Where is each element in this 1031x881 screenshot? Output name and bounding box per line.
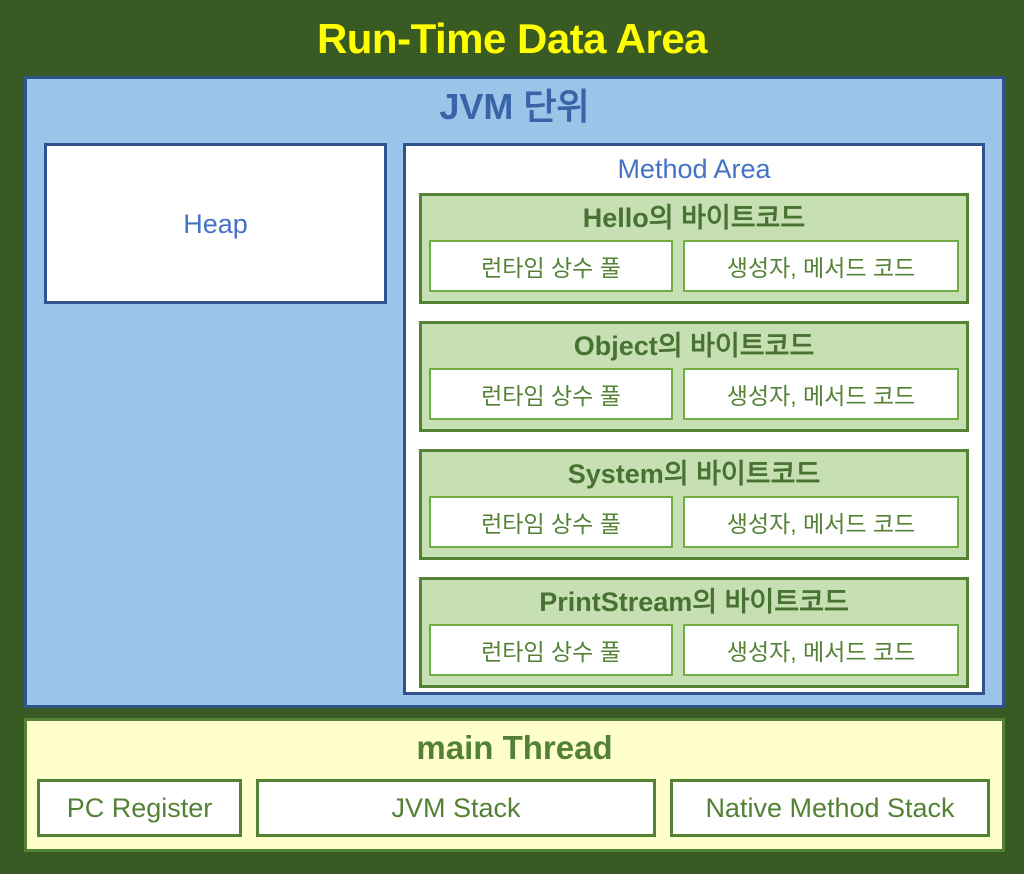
main-thread-title: main Thread: [416, 729, 613, 766]
bytecode-sub-row: 런타임 상수 풀 생성자, 메서드 코드: [429, 368, 959, 420]
bytecode-block-hello[interactable]: Hello의 바이트코드 런타임 상수 풀 생성자, 메서드 코드: [419, 193, 969, 304]
bytecode-sub-row: 런타임 상수 풀 생성자, 메서드 코드: [429, 240, 959, 292]
pc-register-box[interactable]: PC Register: [37, 779, 242, 837]
page-title: Run-Time Data Area: [316, 15, 708, 62]
bytecode-block-printstream[interactable]: PrintStream의 바이트코드 런타임 상수 풀 생성자, 메서드 코드: [419, 577, 969, 688]
bytecode-block-title: System의 바이트코드: [567, 459, 821, 489]
method-area-box[interactable]: Method Area Hello의 바이트코드 런타임 상수 풀 생성자, 메…: [403, 143, 985, 695]
constructor-method-code-box[interactable]: 생성자, 메서드 코드: [683, 368, 959, 420]
jvm-unit-panel: JVM 단위 Heap Method Area Hello의 바이트코드 런타임…: [24, 76, 1005, 708]
heap-box[interactable]: Heap: [44, 143, 387, 304]
runtime-constant-pool-box[interactable]: 런타임 상수 풀: [429, 624, 673, 676]
jvm-stack-box[interactable]: JVM Stack: [256, 779, 656, 837]
runtime-constant-pool-box[interactable]: 런타임 상수 풀: [429, 496, 673, 548]
constructor-method-code-box[interactable]: 생성자, 메서드 코드: [683, 240, 959, 292]
runtime-constant-pool-box[interactable]: 런타임 상수 풀: [429, 368, 673, 420]
bytecode-block-title: PrintStream의 바이트코드: [539, 587, 849, 617]
bytecode-block-title: Object의 바이트코드: [573, 331, 815, 361]
bytecode-sub-row: 런타임 상수 풀 생성자, 메서드 코드: [429, 624, 959, 676]
native-method-stack-box[interactable]: Native Method Stack: [670, 779, 990, 837]
constructor-method-code-box[interactable]: 생성자, 메서드 코드: [683, 496, 959, 548]
main-thread-panel: main Thread PC Register JVM Stack Native…: [24, 718, 1005, 852]
run-time-data-area-panel: Run-Time Data Area JVM 단위 Heap Method Ar…: [0, 0, 1024, 874]
jvm-unit-title: JVM 단위: [439, 86, 590, 127]
bytecode-sub-row: 런타임 상수 풀 생성자, 메서드 코드: [429, 496, 959, 548]
runtime-constant-pool-box[interactable]: 런타임 상수 풀: [429, 240, 673, 292]
main-thread-box-row: PC Register JVM Stack Native Method Stac…: [37, 779, 992, 837]
bytecode-block-system[interactable]: System의 바이트코드 런타임 상수 풀 생성자, 메서드 코드: [419, 449, 969, 560]
bytecode-block-title: Hello의 바이트코드: [582, 203, 806, 233]
heap-label: Heap: [183, 208, 248, 239]
method-area-title: Method Area: [617, 154, 771, 184]
bytecode-block-object[interactable]: Object의 바이트코드 런타임 상수 풀 생성자, 메서드 코드: [419, 321, 969, 432]
constructor-method-code-box[interactable]: 생성자, 메서드 코드: [683, 624, 959, 676]
